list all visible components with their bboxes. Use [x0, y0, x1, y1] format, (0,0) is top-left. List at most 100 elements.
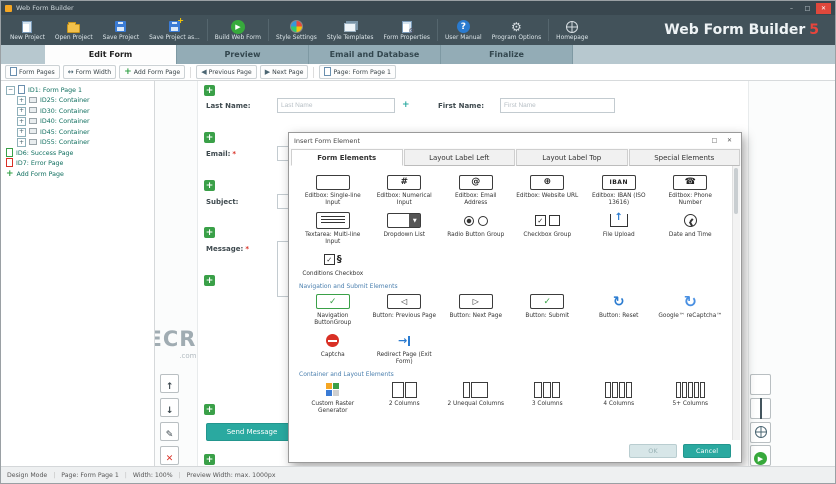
add-element-button[interactable]: +: [204, 180, 215, 191]
minimize-button[interactable]: –: [784, 3, 799, 14]
element-custom-raster-generator[interactable]: Custom Raster Generator: [297, 378, 369, 417]
delete-button[interactable]: ✕: [160, 446, 179, 465]
element-checkbox-group[interactable]: ✓ Checkbox Group: [512, 209, 584, 248]
element-editbox-single-line-input[interactable]: Editbox: Single-line Input: [297, 170, 369, 209]
toolbar-save-project[interactable]: Save Project: [98, 20, 145, 41]
element-button-reset[interactable]: ↻ Button: Reset: [583, 290, 655, 329]
expander-icon[interactable]: +: [17, 138, 26, 148]
grid-button[interactable]: [750, 398, 771, 419]
maximize-button[interactable]: □: [800, 3, 815, 14]
tree-item-id40-container[interactable]: + ID40: Container: [1, 117, 154, 128]
element-5-columns[interactable]: 5+ Columns: [655, 378, 727, 417]
element-dropdown-list[interactable]: ▼ Dropdown List: [369, 209, 441, 248]
element-button-previous-page[interactable]: ◁ Button: Previous Page: [369, 290, 441, 329]
element-button-submit[interactable]: ✓ Button: Submit: [512, 290, 584, 329]
tree-item-id7-error-page[interactable]: ID7: Error Page: [1, 158, 154, 170]
add-element-button[interactable]: +: [204, 132, 215, 143]
add-element-button[interactable]: +: [204, 275, 215, 286]
style-templates-icon: [344, 20, 357, 34]
conditions-checkbox-icon: ✓ §: [323, 251, 342, 269]
toolbar-program-options[interactable]: ⚙ Program Options: [487, 20, 546, 41]
element-button-next-page[interactable]: ▷ Button: Next Page: [440, 290, 512, 329]
dialog-tab-special-elements[interactable]: Special Elements: [628, 149, 740, 166]
last-name-input[interactable]: [277, 98, 395, 113]
dialog-scrollbar[interactable]: [732, 166, 740, 440]
expander-icon[interactable]: +: [17, 96, 26, 106]
pagebar-form-width[interactable]: ↔ Form Width: [62, 65, 117, 79]
send-message-button[interactable]: Send Message: [206, 423, 298, 441]
element-redirect-page-exit-form[interactable]: → Redirect Page (Exit Form): [369, 329, 441, 368]
ok-button[interactable]: OK: [629, 444, 677, 458]
tab-edit-form[interactable]: Edit Form: [45, 45, 177, 64]
close-button[interactable]: ✕: [816, 2, 831, 14]
pagebar-add-form-page[interactable]: + Add Form Page: [119, 65, 186, 79]
arrow-up-button[interactable]: ↑: [160, 374, 179, 393]
element-editbox-phone-number[interactable]: ☎ Editbox: Phone Number: [655, 170, 727, 209]
add-element-button[interactable]: +: [204, 454, 215, 465]
globe-button[interactable]: [750, 422, 771, 443]
dialog-footer: OK Cancel: [629, 444, 731, 458]
tree-item-id30-container[interactable]: + ID30: Container: [1, 106, 154, 117]
expander-icon[interactable]: +: [17, 127, 26, 137]
element-conditions-checkbox[interactable]: ✓ § Conditions Checkbox: [297, 248, 369, 280]
element-4-columns[interactable]: 4 Columns: [583, 378, 655, 417]
element-editbox-numerical-input[interactable]: # Editbox: Numerical Input: [369, 170, 441, 209]
toolbar-build-web-form[interactable]: ▶ Build Web Form: [210, 19, 266, 41]
toolbar-form-properties[interactable]: ⚙ Form Properties: [378, 20, 434, 41]
run-button[interactable]: ▶: [750, 445, 771, 466]
element-file-upload[interactable]: ↑ File Upload: [583, 209, 655, 248]
arrow-down-button[interactable]: ↓: [160, 398, 179, 417]
tree-item-id45-container[interactable]: + ID45: Container: [1, 127, 154, 138]
pagebar-page-form-page-1[interactable]: Page: Form Page 1: [319, 65, 396, 79]
cancel-button[interactable]: Cancel: [683, 444, 731, 458]
element-radio-button-group[interactable]: Radio Button Group: [440, 209, 512, 248]
container-icon: [29, 107, 37, 115]
toolbar-style-settings[interactable]: Style Settings: [271, 20, 322, 41]
scrollbar-thumb[interactable]: [734, 168, 738, 214]
element-2-unequal-columns[interactable]: 2 Unequal Columns: [440, 378, 512, 417]
tab-preview[interactable]: Preview: [177, 45, 309, 64]
expander-icon[interactable]: +: [17, 117, 26, 127]
pagebar-form-pages[interactable]: Form Pages: [5, 65, 60, 79]
dialog-maximize-button[interactable]: □: [708, 135, 721, 146]
element-date-and-time[interactable]: Date and Time: [655, 209, 727, 248]
toolbar-open-project[interactable]: Open Project: [50, 20, 98, 41]
element-editbox-website-url[interactable]: ⊕ Editbox: Website URL: [512, 170, 584, 209]
pagebar-previous-page[interactable]: ◀ Previous Page: [196, 65, 257, 79]
element-textarea-multi-line-input[interactable]: Textarea: Multi-line Input: [297, 209, 369, 248]
join-add-button[interactable]: +: [402, 100, 410, 110]
toolbar-save-project-as[interactable]: + Save Project as...: [144, 16, 205, 41]
tab-finalize[interactable]: Finalize: [441, 45, 573, 64]
dialog-tab-layout-label-left[interactable]: Layout Label Left: [403, 149, 515, 166]
element-3-columns[interactable]: 3 Columns: [512, 378, 584, 417]
add-element-button[interactable]: +: [204, 404, 215, 415]
first-name-input[interactable]: [500, 98, 615, 113]
element-editbox-email-address[interactable]: @ Editbox: Email Address: [440, 170, 512, 209]
element-captcha[interactable]: Captcha: [297, 329, 369, 368]
edit-button[interactable]: ✎: [160, 422, 179, 441]
element-2-columns[interactable]: 2 Columns: [369, 378, 441, 417]
element-google-recaptcha[interactable]: ↻ Google™ reCaptcha™: [655, 290, 727, 329]
toolbar-homepage[interactable]: Homepage: [551, 20, 593, 41]
statusbar-separator: |: [124, 471, 127, 479]
add-element-button[interactable]: +: [204, 227, 215, 238]
dialog-tab-layout-label-top[interactable]: Layout Label Top: [516, 149, 628, 166]
dialog-tab-form-elements[interactable]: Form Elements: [291, 149, 403, 166]
tab-email-and-database[interactable]: Email and Database: [309, 45, 441, 64]
tree-item-id25-container[interactable]: + ID25: Container: [1, 96, 154, 107]
toolbar-user-manual[interactable]: ? User Manual: [440, 20, 487, 41]
element-navigation-buttongroup[interactable]: ✓ Navigation ButtonGroup: [297, 290, 369, 329]
toolbar-new-project[interactable]: New Project: [5, 20, 50, 41]
toolbar-style-templates[interactable]: Style Templates: [322, 20, 379, 41]
expander-icon[interactable]: −: [6, 85, 15, 95]
expander-icon[interactable]: +: [17, 106, 26, 116]
pagebar-next-page[interactable]: ▶ Next Page: [259, 65, 309, 79]
adjust-button[interactable]: [750, 374, 771, 395]
tree-item-add-form-page[interactable]: + Add Form Page: [1, 169, 154, 180]
tree-item-id1-form-page-1[interactable]: − ID1: Form Page 1: [1, 84, 154, 96]
tree-item-id6-success-page[interactable]: ID6: Success Page: [1, 147, 154, 159]
add-element-button[interactable]: +: [204, 85, 215, 96]
element-editbox-iban-iso-13616[interactable]: IBAN Editbox: IBAN (ISO 13616): [583, 170, 655, 209]
dialog-close-button[interactable]: ✕: [723, 135, 736, 146]
tree-item-id55-container[interactable]: + ID55: Container: [1, 138, 154, 149]
